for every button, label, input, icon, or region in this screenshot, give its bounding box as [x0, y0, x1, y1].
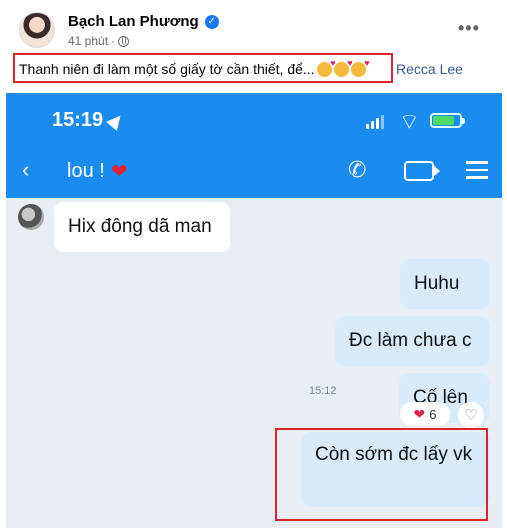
status-bar-time: 15:19 [52, 109, 127, 132]
smiling-hearts-emoji-icon [316, 58, 336, 77]
post-header: Bạch Lan Phương ✓ 41 phút · ••• Thanh ni… [0, 0, 507, 88]
smiling-hearts-emoji-icon [333, 58, 353, 77]
author-avatar[interactable] [19, 12, 55, 48]
message-highlight-box [275, 428, 488, 521]
author-name-row[interactable]: Bạch Lan Phương ✓ [68, 13, 219, 30]
wifi-icon: ⌔ [399, 109, 420, 134]
reaction-count: 6 [429, 406, 437, 422]
back-chevron-icon[interactable]: ‹ [22, 157, 29, 183]
location-arrow-icon [106, 110, 127, 131]
chat-title: lou ! ❤ [67, 160, 128, 183]
chat-header: 15:19 ⌔ ‹ lou ! ❤ ✆ [6, 93, 502, 198]
post-time[interactable]: 41 phút [68, 34, 108, 48]
tagged-user-link[interactable]: Recca Lee [396, 61, 463, 77]
message-bubble-outgoing: Huhu [400, 259, 490, 309]
red-heart-icon: ❤ [110, 161, 128, 183]
more-options-icon[interactable]: ••• [458, 18, 480, 39]
message-timestamp: 15:12 [309, 385, 337, 397]
smiling-hearts-emoji-icon [350, 58, 370, 77]
globe-icon [118, 35, 130, 47]
verified-badge-icon: ✓ [204, 14, 219, 29]
menu-icon[interactable] [466, 161, 488, 184]
post-meta: 41 phút · [68, 34, 130, 48]
heart-reaction-icon: ❤ [413, 405, 426, 422]
message-bubble-outgoing: Đc làm chưa c [335, 316, 490, 366]
message-bubble-incoming: Hix đông dã man [54, 202, 230, 252]
reaction-badge[interactable]: ❤ 6 [400, 402, 450, 426]
author-name[interactable]: Bạch Lan Phương [68, 13, 199, 30]
battery-icon [430, 113, 465, 128]
video-call-icon[interactable] [404, 161, 440, 181]
phone-call-icon[interactable]: ✆ [348, 157, 366, 183]
caption-text: Thanh niên đi làm một số giấy tờ cần thi… [19, 61, 315, 77]
post-caption: Thanh niên đi làm một số giấy tờ cần thi… [19, 58, 370, 78]
heart-outline-icon[interactable]: ♡ [458, 402, 484, 428]
signal-icon [366, 115, 384, 129]
contact-avatar[interactable] [18, 204, 44, 230]
